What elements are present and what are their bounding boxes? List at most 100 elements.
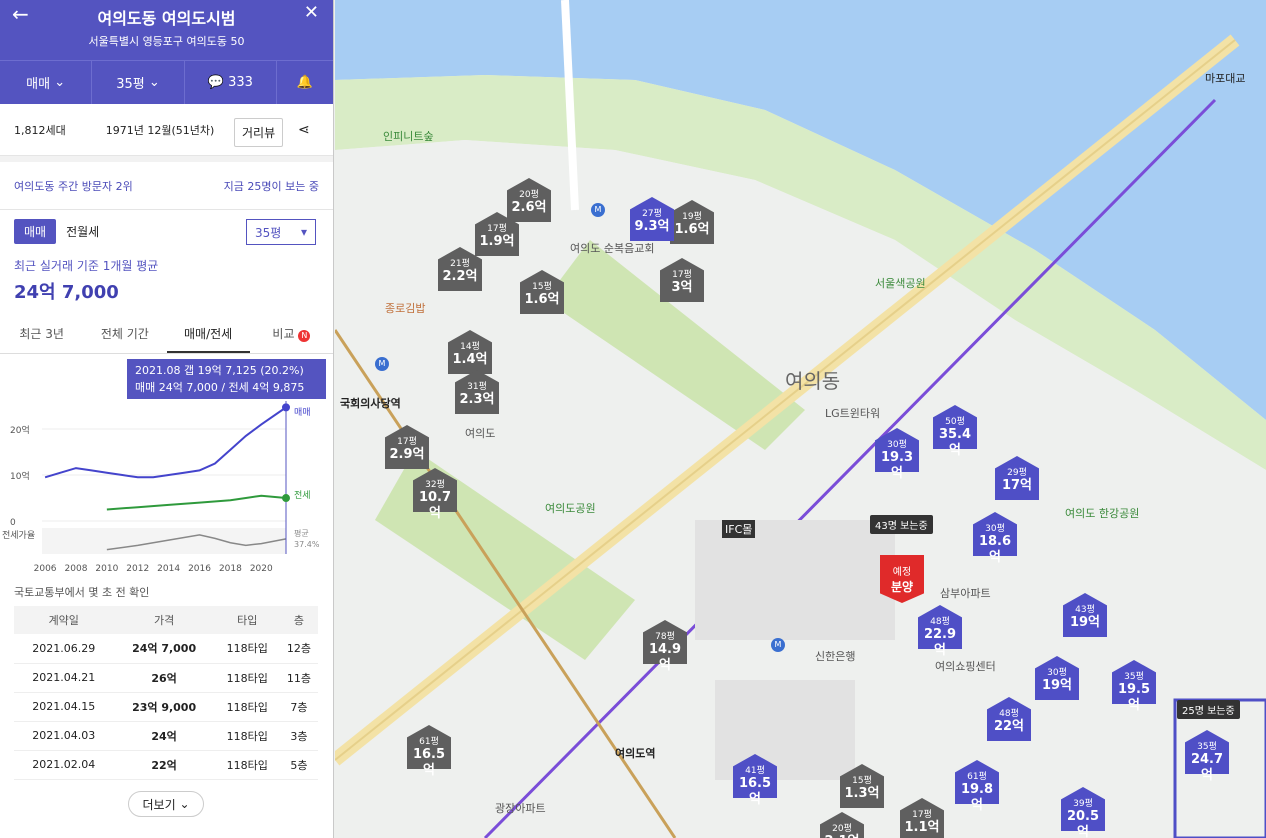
price-marker-other[interactable]: 15평 1.6억	[520, 270, 564, 322]
price-marker-visited[interactable]: 30평 19억	[1035, 656, 1079, 708]
table-cell: 3층	[279, 721, 318, 751]
marker-area: 14평	[460, 342, 480, 352]
marker-area: 35평	[1124, 672, 1144, 682]
price-marker-other[interactable]: 19평 1.6억	[670, 200, 714, 252]
legend-buy: 매매	[294, 407, 311, 418]
price-marker-visited[interactable]: 29평 17억	[995, 456, 1039, 508]
price-marker-visited[interactable]: 61평 19.8억	[955, 760, 999, 813]
legend-rent: 전세	[294, 490, 311, 501]
map-label: 서울색공원	[875, 277, 926, 290]
side-panel: ← 여의도동 여의도시범 서울특별시 영등포구 여의도동 50 ✕ 매매 ⌄ 3…	[0, 0, 334, 838]
subway-icon[interactable]: M	[591, 203, 605, 217]
marker-price: 35.4억	[938, 427, 972, 458]
bell-icon[interactable]: 🔔	[277, 61, 333, 104]
map-label: 여의도역	[615, 747, 656, 760]
marker-area: 32평	[425, 480, 445, 490]
segment-rent[interactable]: 전월세	[56, 219, 109, 244]
marker-price: 14.9억	[648, 642, 682, 673]
tab-recent-3y[interactable]: 최근 3년	[0, 316, 83, 353]
price-marker-visited[interactable]: 30평 18.6억	[973, 512, 1017, 565]
marker-price: 1.6억	[674, 222, 710, 237]
price-marker-visited[interactable]: 39평 20.5억	[1061, 787, 1105, 838]
price-marker-visited[interactable]: 30평 19.3억	[875, 428, 919, 481]
panel-header: ← 여의도동 여의도시범 서울특별시 영등포구 여의도동 50 ✕ 매매 ⌄ 3…	[0, 0, 333, 104]
map-label: 광장아파트	[495, 802, 546, 815]
price-marker-visited[interactable]: 48평 22.9억	[918, 605, 962, 658]
tab-all-period[interactable]: 전체 기간	[83, 316, 166, 353]
segment-buy[interactable]: 매매	[14, 219, 57, 244]
presale-marker[interactable]: 예정 분양	[880, 555, 924, 603]
more-button[interactable]: 더보기 ⌄	[128, 791, 204, 817]
marker-area: 15평	[532, 282, 552, 292]
area-select[interactable]: 35평 ▾	[246, 219, 316, 245]
price-marker-visited[interactable]: 41평 16.5억	[733, 754, 777, 807]
price-marker-visited[interactable]: 43평 19억	[1063, 593, 1107, 645]
comments-button[interactable]: 💬 333	[185, 61, 277, 104]
map-label: 여의도 한강공원	[1065, 507, 1140, 520]
marker-area: 48평	[999, 709, 1019, 719]
marker-area: 43평	[1075, 605, 1095, 615]
marker-price: 22억	[993, 719, 1025, 734]
deal-type-dropdown[interactable]: 매매 ⌄	[0, 61, 93, 104]
area-dropdown[interactable]: 35평 ⌄	[92, 61, 185, 104]
x-tick-label: 2012	[126, 564, 149, 574]
marker-area: 30평	[1047, 668, 1067, 678]
marker-price: 2.9억	[389, 447, 425, 462]
price-marker-other[interactable]: 31평 2.3억	[455, 370, 499, 422]
table-row[interactable]: 2021.06.29 24억 7,000 118타입 12층	[14, 634, 318, 664]
price-marker-other[interactable]: 20평2.1억	[820, 812, 864, 838]
deals-table: 계약일 가격 타입 층 2021.06.29 24억 7,000 118타입 12층 2021…	[14, 606, 318, 780]
chevron-down-icon: ⌄	[148, 75, 160, 90]
close-icon[interactable]: ✕	[304, 2, 319, 23]
tab-compare[interactable]: 비교 N	[250, 316, 333, 353]
marker-price: 18.6억	[978, 534, 1012, 565]
price-marker-other[interactable]: 61평 16.5억	[407, 725, 451, 778]
deal-source: 국토교통부에서 몇 초 전 확인	[14, 586, 150, 599]
price-marker-other[interactable]: 32평 10.7억	[413, 468, 457, 521]
price-marker-other[interactable]: 17평 3억	[660, 258, 704, 310]
table-cell: 7층	[279, 692, 318, 722]
map-label: IFC몰	[722, 520, 756, 538]
map-view[interactable]: 20평 2.6억 17평 1.9억 21평 2.2억 15평 1.6억 19평 1.6억 17평 3억…	[335, 0, 1266, 838]
table-row[interactable]: 2021.04.21 26억 118타입 11층	[14, 663, 318, 693]
marker-area: 19평	[682, 212, 702, 222]
marker-area: 29평	[1007, 468, 1027, 478]
x-tick-label: 2016	[188, 564, 211, 574]
map-label: 신한은행	[815, 650, 856, 663]
price-marker-visited[interactable]: 35평 24.7억	[1185, 730, 1229, 783]
table-cell: 23억 9,000	[113, 692, 215, 722]
data-point	[282, 403, 290, 412]
marker-price: 17억	[1001, 478, 1033, 493]
visit-banner[interactable]: 여의도동 주간 방문자 2위 지금 25명이 보는 중	[0, 162, 333, 210]
subway-icon[interactable]: M	[771, 638, 785, 652]
price-marker-other[interactable]: 17평 1.1억	[900, 798, 944, 838]
table-header: 계약일	[14, 606, 114, 634]
share-icon[interactable]: ⋖	[298, 122, 310, 138]
price-marker-visited[interactable]: 35평 19.5억	[1112, 660, 1156, 713]
marker-price: 19.8억	[960, 782, 994, 813]
tab-buy-rent[interactable]: 매매/전세	[166, 316, 250, 353]
ratio-value-label: 37.4%	[294, 540, 320, 549]
ratio-value-label: 평균	[294, 528, 309, 538]
marker-area: 50평	[945, 417, 965, 427]
price-marker-visited[interactable]: 50평 35.4억	[933, 405, 977, 458]
map-label: 종로김밥	[385, 302, 426, 315]
table-row[interactable]: 2021.04.15 23억 9,000 118타입 7층	[14, 692, 318, 722]
marker-price: 1.4억	[452, 352, 488, 367]
map-label: 삼부아파트	[940, 587, 991, 600]
price-marker-other[interactable]: 78평 14.9억	[643, 620, 687, 673]
street-view-button[interactable]: 거리뷰	[234, 118, 284, 147]
map-label: LG트윈타워	[825, 407, 881, 420]
back-arrow-icon[interactable]: ←	[12, 2, 29, 26]
marker-area: 15평	[852, 776, 872, 786]
price-marker-other[interactable]: 15평 1.3억	[840, 764, 884, 816]
table-row[interactable]: 2021.02.04 22억 118타입 5층	[14, 750, 318, 780]
subway-icon[interactable]: M	[375, 357, 389, 371]
area-label: 여의동	[785, 369, 841, 393]
price-marker-other[interactable]: 21평 2.2억	[438, 247, 482, 299]
price-marker-visited[interactable]: 48평 22억	[987, 697, 1031, 749]
marker-price: 24.7억	[1190, 752, 1224, 783]
table-row[interactable]: 2021.04.03 24억 118타입 3층	[14, 721, 318, 751]
visit-rank: 여의도동 주간 방문자 2위	[14, 179, 133, 193]
table-header: 층	[279, 606, 318, 634]
